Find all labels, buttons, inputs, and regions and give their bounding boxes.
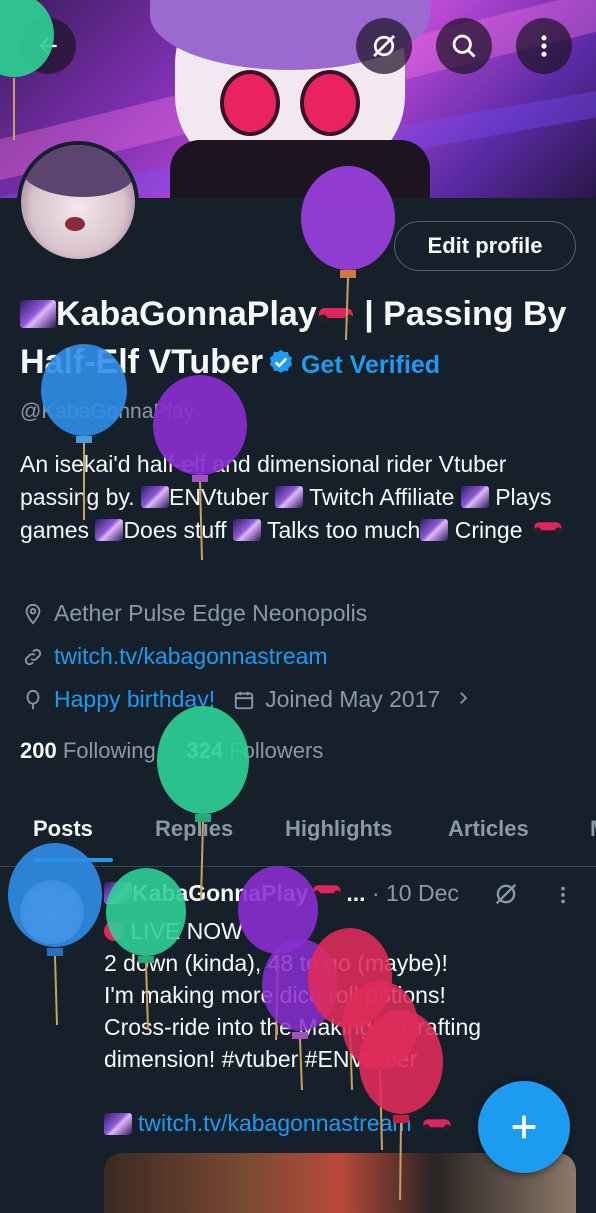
post-link[interactable]: twitch.tv/kabagonnastream: [138, 1110, 412, 1137]
followers-link[interactable]: 324 Followers: [186, 738, 323, 763]
galaxy-emoji-icon: [104, 882, 132, 904]
bio-item: Twitch Affiliate: [309, 484, 455, 510]
post-line: LIVE NOW: [130, 918, 243, 944]
profile-bio: An isekai'd half-elf and dimensional rid…: [20, 448, 580, 547]
search-button[interactable]: [436, 18, 492, 74]
balloon-icon: [26, 689, 40, 709]
motorcycle-emoji-icon: [421, 1116, 452, 1132]
banner-character-eye: [300, 70, 360, 136]
calendar-icon: [234, 691, 254, 709]
post-avatar[interactable]: [20, 880, 84, 944]
galaxy-emoji-icon: [420, 519, 449, 541]
bio-item: Cringe: [454, 517, 523, 543]
bio-item: Talks too much: [266, 517, 421, 543]
location-row: Aether Pulse Edge Neonopolis: [20, 600, 367, 627]
galaxy-emoji-icon: [95, 519, 124, 541]
avatar-mouth: [65, 217, 85, 231]
post-line: 2 down (kinda), 48 to go (maybe)!: [104, 950, 448, 976]
get-verified-link[interactable]: Get Verified: [301, 351, 440, 379]
profile-handle: @KabaGonnaPlay: [20, 400, 195, 423]
display-name: KabaGonnaPlay | Passing By Half-Elf VTub…: [20, 290, 580, 389]
birthday-joined-row: Happy birthday! Joined May 2017: [20, 686, 472, 713]
galaxy-emoji-icon: [232, 519, 261, 541]
motorcycle-emoji-icon: [316, 304, 355, 324]
more-button[interactable]: [516, 18, 572, 74]
post-more-icon[interactable]: [552, 882, 574, 913]
post-author-ellipsis: ...: [346, 880, 366, 906]
profile-avatar[interactable]: [17, 141, 139, 263]
location-pin-icon: [25, 603, 41, 625]
bio-item: ENVtuber: [169, 484, 269, 510]
website-row: twitch.tv/kabagonnastream: [20, 643, 328, 670]
galaxy-emoji-icon: [20, 300, 56, 328]
link-icon: [24, 648, 42, 665]
birthday-link[interactable]: Happy birthday!: [54, 686, 215, 713]
galaxy-emoji-icon: [104, 1112, 132, 1135]
tab-posts[interactable]: Posts: [33, 816, 93, 842]
post-line: Cross-ride into the Making & Crafting di…: [104, 1014, 482, 1072]
plus-icon: [512, 1115, 536, 1139]
avatar-hair: [21, 145, 135, 198]
avatar-image: [21, 145, 135, 259]
banner-character-eye: [220, 70, 280, 136]
joined-text: Joined May 2017: [265, 686, 441, 712]
chevron-right-icon[interactable]: [454, 686, 472, 713]
tab-media[interactable]: M: [590, 816, 596, 842]
post-date[interactable]: · 10 Dec: [372, 880, 459, 906]
galaxy-emoji-icon: [141, 486, 170, 508]
back-button[interactable]: [20, 18, 76, 74]
post-link-row: twitch.tv/kabagonnastream: [104, 1110, 456, 1137]
follow-counts: 200 Following 324 Followers: [20, 738, 323, 764]
grok-icon: [373, 35, 395, 57]
grok-button[interactable]: [356, 18, 412, 74]
tab-replies[interactable]: Replies: [155, 816, 233, 842]
post-text: LIVE NOW 2 down (kinda), 48 to go (maybe…: [104, 915, 574, 1075]
post-header: KabaGonnaPlay... · 10 Dec: [104, 880, 459, 907]
search-icon: [452, 34, 476, 58]
website-link[interactable]: twitch.tv/kabagonnastream: [54, 643, 328, 670]
motorcycle-emoji-icon: [532, 519, 564, 535]
red-circle-icon: [104, 921, 124, 941]
banner-character-coat: [170, 140, 430, 198]
bio-item: Does stuff: [123, 517, 227, 543]
tab-articles[interactable]: Articles: [448, 816, 529, 842]
post-author-name[interactable]: KabaGonnaPlay: [132, 880, 308, 906]
location-text: Aether Pulse Edge Neonopolis: [54, 600, 368, 626]
tab-highlights[interactable]: Highlights: [285, 816, 393, 842]
galaxy-emoji-icon: [460, 486, 489, 508]
post-line: I'm making more dice roll potions!: [104, 982, 446, 1008]
arrow-left-icon: [39, 37, 57, 54]
more-vertical-icon: [541, 35, 547, 57]
motorcycle-emoji-icon: [312, 882, 343, 898]
galaxy-emoji-icon: [275, 486, 304, 508]
verified-badge-icon[interactable]: [267, 348, 295, 376]
profile-tabs: Posts Replies Highlights Articles M: [0, 800, 596, 867]
display-name-text: KabaGonnaPlay: [56, 295, 317, 333]
following-link[interactable]: 200 Following: [20, 738, 156, 763]
edit-profile-button[interactable]: Edit profile: [394, 221, 576, 271]
active-tab-indicator: [33, 858, 113, 862]
post-grok-icon[interactable]: [492, 880, 520, 913]
compose-button[interactable]: [478, 1081, 570, 1173]
